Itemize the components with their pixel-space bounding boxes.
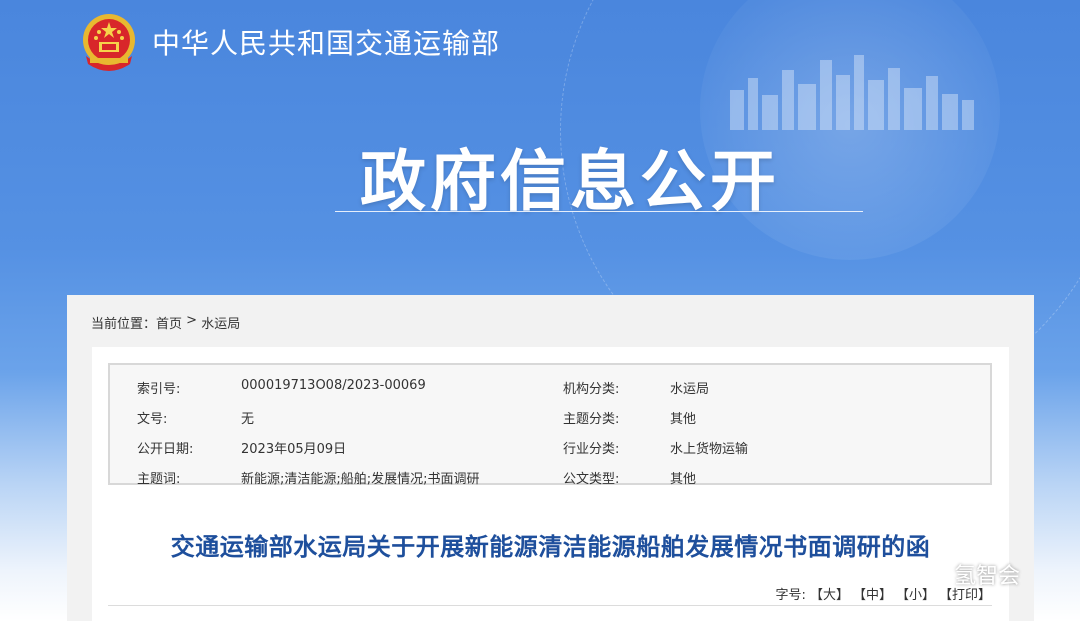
metadata-value: 无	[241, 412, 255, 427]
metadata-label: 文号:	[137, 412, 168, 427]
city-skyline-graphic	[730, 55, 974, 130]
metadata-value: 其他	[670, 472, 697, 487]
metadata-label: 主题分类:	[563, 412, 620, 427]
metadata-value: 其他	[670, 412, 697, 427]
breadcrumb-prefix: 当前位置：	[91, 317, 157, 332]
metadata-row: 主题词: 新能源;清洁能源;船舶;发展情况;书面调研 公文类型: 其他	[110, 462, 990, 492]
metadata-label: 主题词:	[137, 472, 181, 487]
document-metadata-table: 索引号: 000019713O08/2023-00069 机构分类: 水运局 文…	[108, 363, 992, 487]
wechat-icon	[918, 562, 947, 585]
metadata-value: 000019713O08/2023-00069	[241, 378, 426, 393]
font-size-large-button[interactable]: 【大】	[810, 584, 849, 603]
breadcrumb-home-link[interactable]: 首页	[156, 313, 182, 332]
font-size-medium-button[interactable]: 【中】	[853, 584, 892, 603]
metadata-label: 行业分类:	[563, 442, 620, 457]
metadata-row: 索引号: 000019713O08/2023-00069 机构分类: 水运局	[110, 372, 990, 402]
section-title: 政府信息公开	[360, 143, 780, 220]
content-divider	[108, 605, 992, 606]
metadata-label: 公文类型:	[563, 472, 620, 487]
font-size-label: 字号:	[775, 588, 806, 603]
metadata-row: 公开日期: 2023年05月09日 行业分类: 水上货物运输	[110, 432, 990, 462]
breadcrumb-separator: >	[182, 313, 202, 328]
document-title: 交通运输部水运局关于开展新能源清洁能源船舶发展情况书面调研的函	[170, 533, 931, 561]
article-content: 索引号: 000019713O08/2023-00069 机构分类: 水运局 文…	[92, 347, 1009, 621]
metadata-value: 水上货物运输	[670, 442, 749, 457]
breadcrumb: 当前位置： 首页 > 水运局	[91, 313, 240, 332]
main-panel: 当前位置： 首页 > 水运局 索引号: 000019713O08/2023-00…	[67, 295, 1034, 621]
watermark-text: 氢智会	[954, 564, 1021, 589]
title-underline	[335, 211, 863, 212]
national-emblem-icon	[83, 14, 135, 71]
metadata-value: 水运局	[670, 382, 710, 397]
metadata-label: 索引号:	[137, 382, 181, 397]
metadata-label: 公开日期:	[137, 442, 194, 457]
metadata-row: 文号: 无 主题分类: 其他	[110, 402, 990, 432]
metadata-label: 机构分类:	[563, 382, 620, 397]
ministry-name: 中华人民共和国交通运输部	[152, 27, 501, 60]
watermark: 氢智会	[918, 558, 1020, 590]
metadata-value: 新能源;清洁能源;船舶;发展情况;书面调研	[241, 472, 480, 487]
metadata-value: 2023年05月09日	[241, 442, 347, 457]
site-logo[interactable]: 中华人民共和国交通运输部	[80, 12, 500, 72]
breadcrumb-current-link[interactable]: 水运局	[201, 313, 240, 332]
